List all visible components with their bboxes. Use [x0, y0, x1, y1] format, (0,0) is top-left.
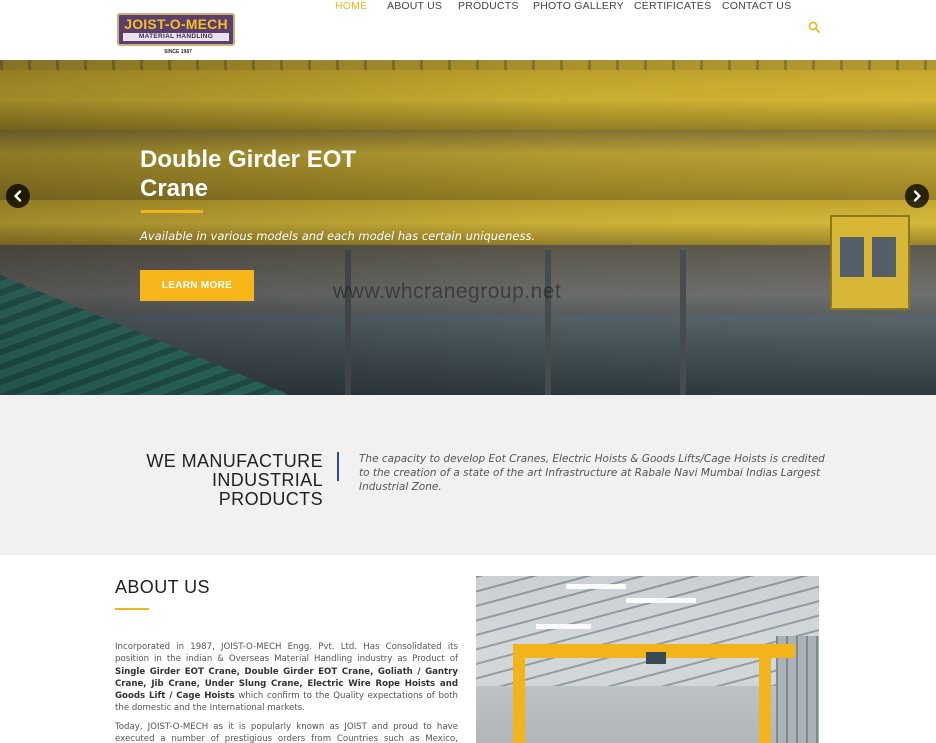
manufacture-divider	[337, 452, 339, 481]
company-logo[interactable]: JOIST-O-MECH MATERIAL HANDLING SINCE 198…	[117, 13, 235, 55]
hero-overlay	[0, 60, 936, 395]
roof-light	[536, 624, 591, 629]
search-icon[interactable]	[808, 21, 820, 33]
nav-about-us[interactable]: ABOUT US	[387, 0, 442, 12]
about-title-underline	[115, 608, 149, 610]
gantry-hoist	[646, 652, 666, 664]
gantry-leg	[759, 644, 771, 743]
nav-contact-us[interactable]: CONTACT US	[722, 0, 791, 12]
nav-products[interactable]: PRODUCTS	[458, 0, 519, 12]
about-p1-lead: Incorporated in 1987, JOIST-O-MECH Engg.…	[115, 642, 458, 665]
nav-certificates[interactable]: CERTIFICATES	[634, 0, 711, 12]
nav-photo-gallery[interactable]: PHOTO GALLERY	[533, 0, 624, 12]
about-title: ABOUT US	[115, 577, 210, 597]
hero-subtitle: Available in various models and each mod…	[140, 229, 536, 243]
watermark: www.whcranegroup.net	[333, 280, 562, 303]
about-paragraph-1: Incorporated in 1987, JOIST-O-MECH Engg.…	[115, 641, 458, 715]
logo-since: SINCE 1987	[164, 49, 192, 55]
hero-title-underline	[141, 210, 203, 213]
nav-home[interactable]: HOME	[335, 0, 367, 12]
slider-next-button[interactable]	[905, 184, 929, 208]
manufacture-text: The capacity to develop Eot Cranes, Elec…	[359, 453, 825, 493]
hero-slider: Double Girder EOT Crane Available in var…	[0, 60, 936, 395]
hero-title: Double Girder EOT Crane	[140, 146, 357, 202]
gantry-crane-image	[476, 576, 819, 743]
manufacture-section: WE MANUFACTURE INDUSTRIAL PRODUCTS The c…	[0, 395, 936, 555]
slider-prev-button[interactable]	[6, 184, 30, 208]
chevron-right-icon	[913, 190, 921, 202]
manufacture-title: WE MANUFACTURE INDUSTRIAL PRODUCTS	[146, 451, 323, 509]
about-text: Incorporated in 1987, JOIST-O-MECH Engg.…	[115, 641, 458, 743]
site-header: JOIST-O-MECH MATERIAL HANDLING SINCE 198…	[0, 0, 936, 60]
learn-more-button[interactable]: LEARN MORE	[140, 270, 254, 301]
about-paragraph-2: Today, JOIST-O-MECH as it is popularly k…	[115, 721, 458, 743]
logo-name: JOIST-O-MECH	[124, 16, 228, 32]
roof-light	[626, 598, 696, 603]
roof-light	[566, 584, 626, 589]
gantry-leg	[513, 644, 525, 743]
chevron-left-icon	[14, 190, 22, 202]
logo-tagline: MATERIAL HANDLING	[123, 33, 229, 41]
